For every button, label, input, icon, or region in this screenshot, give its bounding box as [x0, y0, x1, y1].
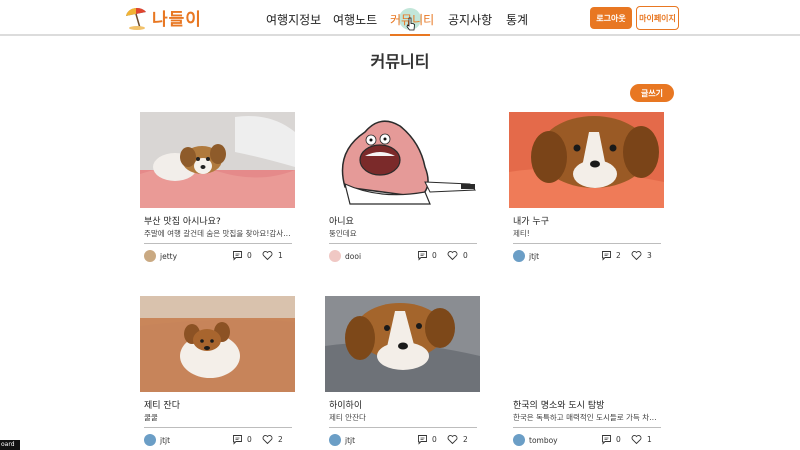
post-description: 한국은 독특하고 매력적인 도시들로 가득 차있습니다 — [513, 413, 663, 422]
post-image-empty[interactable] — [509, 296, 664, 392]
page-title: 커뮤니티 — [370, 52, 430, 71]
heart-icon[interactable] — [631, 434, 642, 445]
avatar — [144, 250, 156, 262]
post-card[interactable]: 하이하이 제티 안잔다 jtjt 0 2 — [325, 296, 480, 450]
card-divider — [144, 243, 292, 244]
comment-count: 0 — [247, 435, 252, 444]
comment-icon — [233, 251, 242, 261]
avatar — [329, 434, 341, 446]
post-image[interactable] — [140, 296, 295, 392]
avatar — [329, 250, 341, 262]
like-count: 0 — [463, 251, 468, 260]
comment-icon — [233, 435, 242, 445]
like-count: 1 — [647, 435, 652, 444]
post-image[interactable] — [325, 296, 480, 392]
like-count: 3 — [647, 251, 652, 260]
nav-notices[interactable]: 공지사항 — [448, 11, 492, 28]
mouse-pointer-icon — [406, 17, 415, 31]
post-title: 제티 잔다 — [144, 401, 180, 411]
post-card[interactable]: 아니요 뚱인데요 dooi 0 0 — [325, 112, 480, 267]
post-title: 하이하이 — [329, 401, 363, 411]
heart-icon[interactable] — [447, 434, 458, 445]
post-stats: 0 1 — [601, 434, 663, 446]
avatar — [513, 250, 525, 262]
post-author: jtjt — [329, 434, 355, 446]
like-count: 1 — [278, 251, 283, 260]
post-author: jetty — [144, 250, 177, 262]
post-title: 한국의 명소와 도시 탐방 — [513, 401, 605, 411]
author-name: dooi — [345, 251, 362, 261]
post-image[interactable] — [140, 112, 295, 208]
post-card[interactable]: 한국의 명소와 도시 탐방 한국은 독특하고 매력적인 도시들로 가득 차있습니… — [509, 296, 664, 450]
comment-count: 0 — [247, 251, 252, 260]
heart-icon[interactable] — [447, 250, 458, 261]
post-card[interactable]: 내가 누구 제티! jtjt 2 3 — [509, 112, 664, 267]
write-post-button[interactable]: 글쓰기 — [630, 84, 674, 102]
comment-count: 2 — [616, 251, 621, 260]
post-title: 아니요 — [329, 217, 354, 227]
post-stats: 0 1 — [232, 250, 294, 262]
post-card[interactable]: 제티 잔다 쿨쿨 jtjt 0 2 — [140, 296, 295, 450]
post-stats: 2 3 — [601, 250, 663, 262]
post-description: 제티 안잔다 — [329, 413, 366, 422]
active-nav-indicator — [390, 34, 430, 36]
mypage-button[interactable]: 마이페이지 — [636, 6, 679, 30]
author-name: tomboy — [529, 435, 558, 445]
comment-icon — [418, 435, 427, 445]
author-name: jetty — [160, 251, 178, 261]
post-description: 주말에 여행 갈건데 숨은 맛집을 찾아요!감사합니다 — [144, 229, 294, 238]
post-author: jtjt — [513, 250, 539, 262]
comment-icon — [602, 251, 611, 261]
card-divider — [513, 243, 661, 244]
comment-count: 0 — [616, 435, 621, 444]
nav-travel-notes[interactable]: 여행노트 — [333, 11, 377, 28]
corner-tag: oard — [0, 440, 20, 450]
comment-count: 0 — [432, 251, 437, 260]
avatar — [513, 434, 525, 446]
post-author: tomboy — [513, 434, 558, 446]
post-stats: 0 2 — [417, 434, 479, 446]
heart-icon[interactable] — [262, 250, 273, 261]
parasol-logo-icon — [126, 7, 146, 30]
author-name: jtjt — [529, 251, 540, 261]
like-count: 2 — [463, 435, 468, 444]
logout-button[interactable]: 로그아웃 — [590, 7, 632, 29]
post-stats: 0 2 — [232, 434, 294, 446]
like-count: 2 — [278, 435, 283, 444]
avatar — [144, 434, 156, 446]
logo-text: 나들이 — [152, 9, 202, 30]
comment-icon — [602, 435, 611, 445]
heart-icon[interactable] — [631, 250, 642, 261]
post-image[interactable] — [509, 112, 664, 208]
post-author: jtjt — [144, 434, 170, 446]
post-description: 뚱인데요 — [329, 229, 357, 238]
post-card[interactable]: 부산 맛집 아시나요? 주말에 여행 갈건데 숨은 맛집을 찾아요!감사합니다 … — [140, 112, 295, 267]
post-title: 부산 맛집 아시나요? — [144, 217, 221, 227]
post-description: 쿨쿨 — [144, 413, 158, 422]
comment-icon — [418, 251, 427, 261]
card-divider — [513, 427, 661, 428]
post-image[interactable] — [325, 112, 480, 208]
post-title: 내가 누구 — [513, 217, 549, 227]
post-stats: 0 0 — [417, 250, 479, 262]
card-divider — [329, 427, 477, 428]
post-author: dooi — [329, 250, 361, 262]
card-divider — [144, 427, 292, 428]
card-divider — [329, 243, 477, 244]
top-header: 나들이 여행지정보 여행노트 커뮤니티 공지사항 통계 로그아웃 마이페이지 — [0, 0, 800, 36]
post-description: 제티! — [513, 229, 530, 238]
comment-count: 0 — [432, 435, 437, 444]
author-name: jtjt — [345, 435, 356, 445]
heart-icon[interactable] — [262, 434, 273, 445]
nav-statistics[interactable]: 통계 — [506, 11, 528, 28]
author-name: jtjt — [160, 435, 171, 445]
site-logo[interactable]: 나들이 — [124, 3, 204, 31]
nav-travel-info[interactable]: 여행지정보 — [266, 11, 321, 28]
